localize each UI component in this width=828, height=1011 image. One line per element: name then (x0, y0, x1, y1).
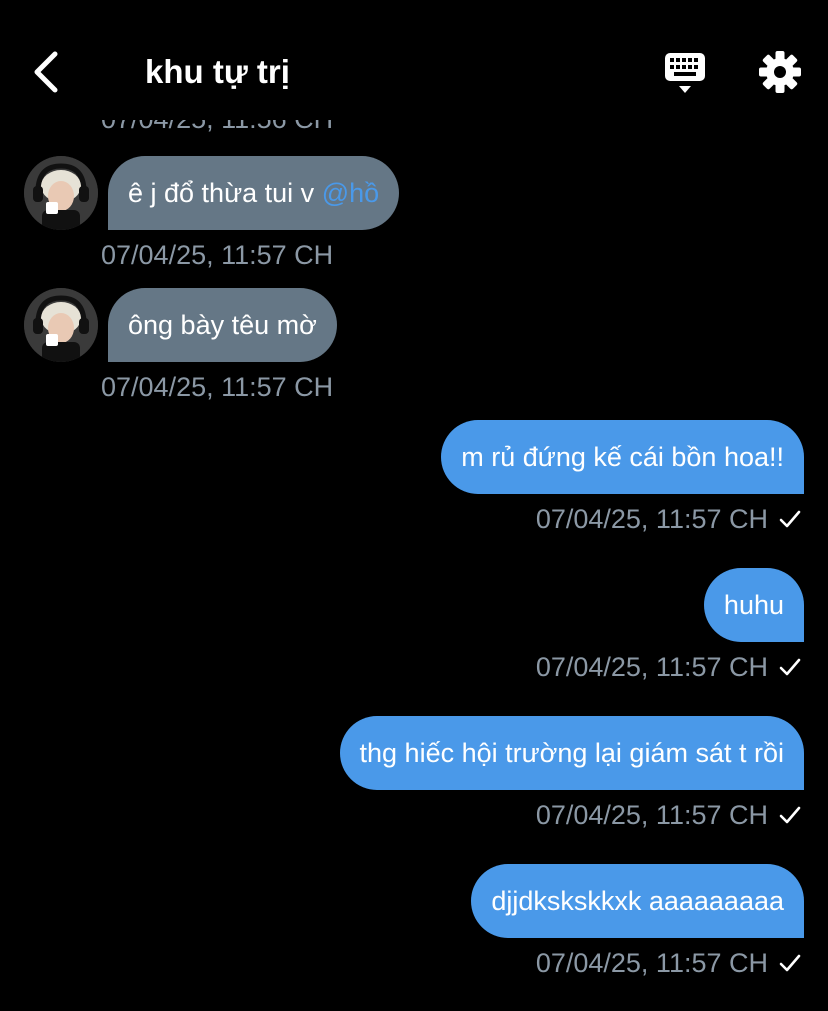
chevron-left-icon (34, 51, 58, 93)
mention-link[interactable]: @hồ (322, 178, 379, 208)
incoming-message-bubble[interactable]: ông bày têu mờ (108, 288, 337, 362)
outgoing-message-bubble[interactable]: djjdkskskkxk aaaaaaaaa (471, 864, 804, 938)
avatar[interactable] (24, 288, 98, 362)
message-text: djjdkskskkxk aaaaaaaaa (491, 886, 784, 916)
message-timestamp: 07/04/25, 11:57 CH (101, 372, 334, 402)
message-text: thg hiếc hội trường lại giám sát t rồi (359, 738, 784, 768)
back-button[interactable] (26, 48, 66, 96)
user-avatar-image (24, 288, 98, 362)
message-status: 07/04/25, 11:57 CH (536, 947, 802, 979)
avatar[interactable] (24, 156, 98, 230)
message-timestamp: 07/04/25, 11:57 CH (535, 652, 768, 682)
conversation-title[interactable]: khu tự trị (145, 48, 290, 96)
outgoing-message-bubble[interactable]: huhu (703, 568, 804, 642)
message-timestamp: 07/04/25, 11:57 CH (535, 800, 768, 830)
message-timestamp: 07/04/25, 11:57 CH (535, 948, 768, 978)
outgoing-message-bubble[interactable]: m rủ đứng kế cái bồn hoa!! (441, 420, 804, 494)
message-status: 07/04/25, 11:57 CH (536, 651, 802, 683)
message-timestamp: 07/04/25, 11:57 CH (535, 504, 768, 534)
message-status: 07/04/25, 11:57 CH (536, 799, 802, 831)
checkmark-icon (778, 803, 802, 827)
checkmark-icon (778, 507, 802, 531)
settings-button[interactable] (754, 46, 806, 98)
message-text: ê j đổ thừa tui v (128, 178, 322, 208)
outgoing-message-bubble[interactable]: thg hiếc hội trường lại giám sát t rồi (339, 716, 804, 790)
message-timestamp: 07/04/25, 11:57 CH (101, 240, 334, 270)
keyboard-button[interactable] (658, 48, 712, 98)
checkmark-icon (778, 951, 802, 975)
checkmark-icon (778, 655, 802, 679)
incoming-message-bubble[interactable]: ê j đổ thừa tui v @hồ (108, 156, 400, 230)
conversation-header: khu tự trị (0, 0, 828, 120)
keyboard-icon (665, 53, 705, 93)
message-text: huhu (723, 590, 784, 620)
message-text: m rủ đứng kế cái bồn hoa!! (461, 442, 784, 472)
message-status: 07/04/25, 11:57 CH (536, 503, 802, 535)
user-avatar-image (24, 156, 98, 230)
gear-icon (759, 51, 801, 93)
message-text: ông bày têu mờ (128, 310, 317, 340)
